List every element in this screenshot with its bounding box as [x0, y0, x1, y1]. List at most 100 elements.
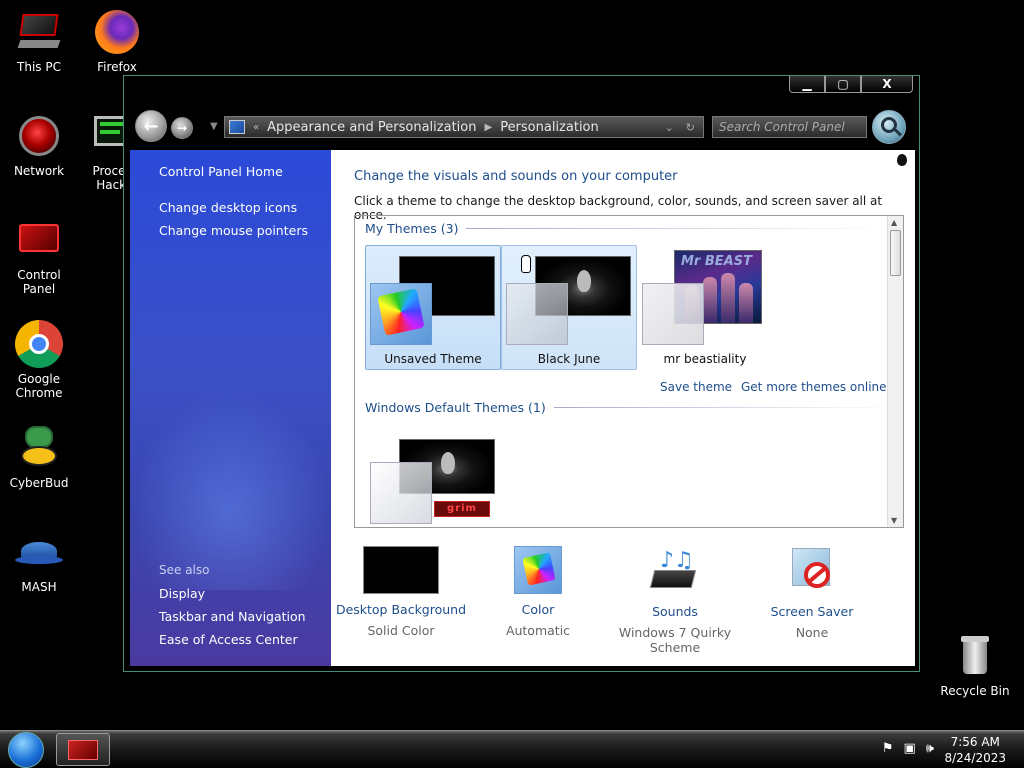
- mash-icon: [15, 528, 63, 576]
- theme-gallery: My Themes (3) Unsaved Theme Black June M…: [354, 215, 904, 528]
- breadcrumb-personalization[interactable]: Personalization: [500, 120, 599, 135]
- theme-color-preview: [370, 462, 432, 524]
- see-also-label: See also: [159, 563, 210, 577]
- theme-name: Unsaved Theme: [384, 352, 482, 366]
- change-desktop-icons-link[interactable]: Change desktop icons: [159, 200, 297, 215]
- back-button[interactable]: ←: [135, 110, 167, 142]
- gallery-scrollbar[interactable]: ▲ ▼: [887, 216, 903, 527]
- network-globe-icon: [15, 112, 63, 160]
- taskbar: ⚑ ▣ 🕪 7:56 AM 8/24/2023: [0, 730, 1024, 768]
- color-thumbnail: [514, 546, 562, 594]
- alien-icon: [897, 154, 907, 166]
- desktop-icon-cyberbud[interactable]: CyberBud: [0, 424, 78, 490]
- arrow-left-icon: ←: [143, 115, 159, 137]
- get-more-themes-link[interactable]: Get more themes online: [741, 380, 887, 394]
- breadcrumb-appearance[interactable]: Appearance and Personalization: [267, 120, 476, 135]
- maximize-button[interactable]: ▢: [825, 76, 861, 93]
- ease-of-access-link[interactable]: Ease of Access Center: [159, 632, 298, 647]
- firefox-icon: [93, 8, 141, 56]
- desktop-icon-label: CyberBud: [9, 476, 69, 490]
- scroll-up-icon[interactable]: ▲: [891, 218, 897, 227]
- desktop-icon-label: Firefox: [97, 60, 137, 74]
- desktop-icon-control-panel[interactable]: Control Panel: [0, 216, 78, 296]
- window-controls: ▁ ▢ X: [789, 76, 913, 94]
- display-link[interactable]: Display: [159, 586, 205, 601]
- desktop-icon-label: Network: [13, 164, 65, 178]
- desktop-icon-google-chrome[interactable]: Google Chrome: [0, 320, 78, 400]
- network-icon[interactable]: ▣: [904, 741, 916, 756]
- save-theme-link[interactable]: Save theme: [660, 380, 732, 394]
- minimize-button[interactable]: ▁: [789, 76, 825, 93]
- address-bar[interactable]: « Appearance and Personalization ▶ Perso…: [224, 116, 704, 138]
- desktop: This PC Firefox Network Process Hacker C…: [0, 0, 1024, 768]
- navigation-bar: ← → ▼ « Appearance and Personalization ▶…: [124, 104, 919, 150]
- sounds-link[interactable]: Sounds: [605, 604, 745, 619]
- taskbar-navigation-link[interactable]: Taskbar and Navigation: [159, 609, 306, 624]
- my-themes-header[interactable]: My Themes (3): [365, 221, 887, 236]
- theme-color-preview: [642, 283, 704, 345]
- theme-mr-beastiality[interactable]: Mr BEAST mr beastiality: [637, 245, 773, 370]
- control-panel-icon: [229, 120, 245, 134]
- desktop-icon-label: Google Chrome: [15, 372, 63, 400]
- sounds-icon: ♪♫: [648, 546, 702, 596]
- color-palette-icon: [377, 288, 425, 336]
- recent-pages-dropdown[interactable]: ▼: [210, 121, 218, 132]
- close-button[interactable]: X: [861, 76, 913, 93]
- computer-icon: [15, 8, 63, 56]
- desktop-icon-label: MASH: [21, 580, 57, 594]
- setting-desktop-background[interactable]: Desktop Background Solid Color: [331, 540, 471, 638]
- theme-name: Black June: [537, 352, 601, 366]
- system-tray: ⚑ ▣ 🕪: [882, 741, 934, 756]
- desktop-icon-network[interactable]: Network: [0, 112, 78, 178]
- control-panel-home-link[interactable]: Control Panel Home: [159, 164, 283, 179]
- start-button[interactable]: [8, 732, 44, 768]
- desktop-background-link[interactable]: Desktop Background: [331, 602, 471, 617]
- chevron-right-icon[interactable]: ▶: [484, 122, 492, 133]
- scroll-thumb[interactable]: [890, 230, 901, 276]
- change-mouse-pointers-link[interactable]: Change mouse pointers: [159, 223, 308, 238]
- personalization-window: ▁ ▢ X ← → ▼ « Appearance and Personaliza…: [123, 75, 920, 672]
- forward-button[interactable]: →: [171, 117, 193, 139]
- setting-sounds[interactable]: ♪♫ Sounds Windows 7 Quirky Scheme: [605, 540, 745, 656]
- search-button[interactable]: [872, 110, 906, 144]
- color-link[interactable]: Color: [468, 602, 608, 617]
- theme-color-preview: [506, 283, 568, 345]
- action-center-flag-icon[interactable]: ⚑: [882, 741, 894, 756]
- clock-time: 7:56 AM: [950, 735, 1000, 749]
- main-content: Change the visuals and sounds on your co…: [331, 150, 915, 666]
- clock-date: 8/24/2023: [944, 751, 1006, 765]
- desktop-background-value: Solid Color: [367, 623, 435, 638]
- theme-windows-default[interactable]: grim: [365, 428, 501, 527]
- grim-logo: grim: [434, 501, 490, 517]
- taskbar-control-panel-button[interactable]: [56, 733, 110, 766]
- hand-cursor-icon: [521, 255, 531, 273]
- desktop-background-thumbnail: [363, 546, 439, 594]
- screen-saver-icon: [788, 546, 836, 596]
- control-panel-icon: [15, 216, 63, 264]
- refresh-icon[interactable]: ↻: [686, 121, 695, 134]
- desktop-icon-firefox[interactable]: Firefox: [78, 8, 156, 74]
- scroll-down-icon[interactable]: ▼: [891, 516, 897, 525]
- desktop-icon-this-pc[interactable]: This PC: [0, 8, 78, 74]
- volume-icon[interactable]: 🕪: [926, 741, 934, 756]
- chrome-icon: [15, 320, 63, 368]
- desktop-icon-mash[interactable]: MASH: [0, 528, 78, 594]
- default-themes-header[interactable]: Windows Default Themes (1): [365, 400, 894, 415]
- control-panel-icon: [68, 740, 98, 760]
- screen-saver-value: None: [795, 625, 829, 640]
- theme-name: mr beastiality: [663, 352, 747, 366]
- beast-title: Mr BEAST: [681, 254, 752, 269]
- desktop-icon-label: This PC: [17, 60, 61, 74]
- desktop-icon-recycle-bin[interactable]: Recycle Bin: [936, 632, 1014, 698]
- chevron-down-icon[interactable]: ⌄: [665, 121, 674, 134]
- clock[interactable]: 7:56 AM 8/24/2023: [944, 734, 1006, 766]
- search-input[interactable]: Search Control Panel: [712, 116, 867, 138]
- sounds-value: Windows 7 Quirky Scheme: [618, 625, 732, 655]
- setting-color[interactable]: Color Automatic: [468, 540, 608, 638]
- task-pane: Control Panel Home Change desktop icons …: [130, 150, 331, 666]
- chevron-double-left-icon[interactable]: «: [253, 122, 259, 133]
- setting-screen-saver[interactable]: Screen Saver None: [742, 540, 882, 640]
- screen-saver-link[interactable]: Screen Saver: [742, 604, 882, 619]
- recycle-bin-icon: [951, 632, 999, 680]
- theme-unsaved[interactable]: Unsaved Theme: [365, 245, 501, 370]
